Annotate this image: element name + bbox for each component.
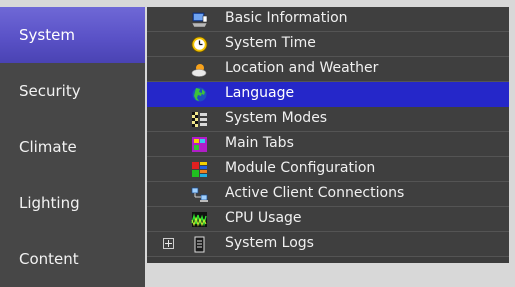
sidebar-item-security[interactable]: Security <box>0 63 145 119</box>
list-item-active-client-connections[interactable]: Active Client Connections <box>147 182 509 207</box>
sidebar-item-climate[interactable]: Climate <box>0 119 145 175</box>
sidebar-item-label: Security <box>19 82 81 100</box>
list-item-system-logs[interactable]: System Logs <box>147 232 509 257</box>
sidebar-item-lighting[interactable]: Lighting <box>0 175 145 231</box>
sidebar-item-label: Climate <box>19 138 77 156</box>
globe-icon <box>191 86 208 103</box>
list-item-label: System Logs <box>225 235 314 251</box>
weather-icon <box>191 61 208 78</box>
list-item-label: System Modes <box>225 110 328 126</box>
settings-item-list: Basic Information System Time Location a… <box>147 7 509 263</box>
module-config-icon <box>191 161 208 178</box>
list-item-system-time[interactable]: System Time <box>147 32 509 57</box>
list-item-label: Location and Weather <box>225 60 379 76</box>
list-item-label: Language <box>225 85 295 101</box>
computer-icon <box>191 11 208 28</box>
cpu-usage-icon <box>191 211 208 228</box>
network-icon <box>191 186 208 203</box>
list-item-location-and-weather[interactable]: Location and Weather <box>147 57 509 82</box>
category-sidebar: System Security Climate Lighting Content <box>0 7 145 287</box>
list-item-label: CPU Usage <box>225 210 302 226</box>
log-icon <box>191 236 208 253</box>
clock-icon <box>191 36 208 53</box>
list-item-label: Module Configuration <box>225 160 376 176</box>
sidebar-item-system[interactable]: System <box>0 7 145 63</box>
list-item-cpu-usage[interactable]: CPU Usage <box>147 207 509 232</box>
list-item-label: Active Client Connections <box>225 185 405 201</box>
expand-toggle[interactable] <box>163 238 174 249</box>
list-item-module-configuration[interactable]: Module Configuration <box>147 157 509 182</box>
list-item-main-tabs[interactable]: Main Tabs <box>147 132 509 157</box>
list-item-label: System Time <box>225 35 316 51</box>
tabs-icon <box>191 136 208 153</box>
list-item-language[interactable]: Language <box>147 82 509 107</box>
list-item-label: Main Tabs <box>225 135 294 151</box>
sidebar-item-label: Lighting <box>19 194 80 212</box>
sidebar-item-label: System <box>19 26 75 44</box>
list-item-system-modes[interactable]: System Modes <box>147 107 509 132</box>
sidebar-item-label: Content <box>19 250 79 268</box>
list-item-basic-information[interactable]: Basic Information <box>147 7 509 32</box>
sidebar-item-content[interactable]: Content <box>0 231 145 287</box>
modes-icon <box>191 111 208 128</box>
list-item-label: Basic Information <box>225 10 348 26</box>
settings-panel: System Security Climate Lighting Content <box>0 0 515 287</box>
